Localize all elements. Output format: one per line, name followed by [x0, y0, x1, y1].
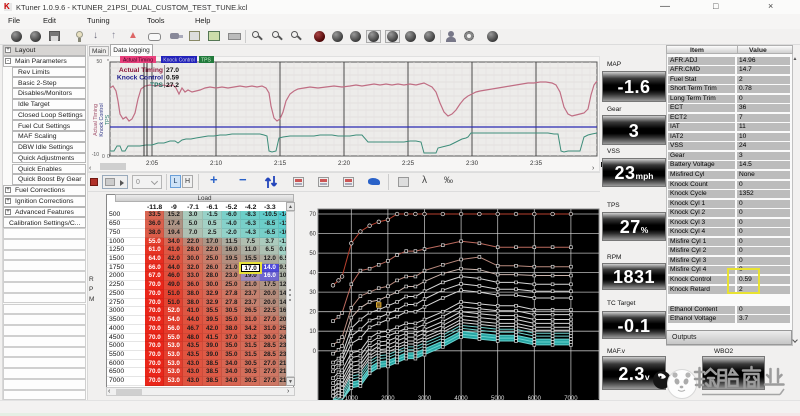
svg-text:10: 10 [309, 329, 316, 335]
svg-text:TPS: TPS [105, 114, 111, 125]
svg-text:Knock Control: Knock Control [117, 75, 163, 82]
svg-text:0: 0 [107, 154, 110, 160]
svg-text:60: 60 [309, 232, 316, 238]
svg-text:Actual Timing: Actual Timing [123, 58, 153, 64]
svg-text:2:05: 2:05 [146, 160, 159, 167]
svg-text:0: 0 [102, 154, 105, 160]
svg-text:2:15: 2:15 [274, 160, 287, 167]
svg-text:TPS: TPS [201, 58, 211, 64]
svg-text:20: 20 [309, 310, 316, 316]
svg-text:50: 50 [309, 251, 316, 257]
svg-text:2:35: 2:35 [530, 160, 543, 167]
svg-text:2:10: 2:10 [210, 160, 223, 167]
svg-text:27.0: 27.0 [166, 67, 179, 74]
svg-text:2:20: 2:20 [338, 160, 351, 167]
svg-text:‹: ‹ [89, 165, 92, 172]
svg-text:-10: -10 [92, 152, 99, 158]
svg-text:70: 70 [309, 212, 316, 218]
svg-text:›: › [592, 165, 595, 172]
svg-text:2:25: 2:25 [402, 160, 415, 167]
svg-text:0.59: 0.59 [166, 75, 179, 82]
svg-text:30: 30 [309, 290, 316, 296]
svg-text:2:30: 2:30 [466, 160, 479, 167]
svg-text:Actual Timing: Actual Timing [119, 67, 163, 74]
svg-text:TPS: TPS [150, 82, 164, 89]
svg-text:50: 50 [96, 59, 102, 65]
svg-text:0: 0 [313, 349, 317, 355]
svg-text:27.2: 27.2 [166, 82, 179, 89]
svg-text:40: 40 [309, 271, 316, 277]
svg-text:Knock Control: Knock Control [163, 58, 194, 64]
svg-text:*: * [107, 59, 109, 65]
